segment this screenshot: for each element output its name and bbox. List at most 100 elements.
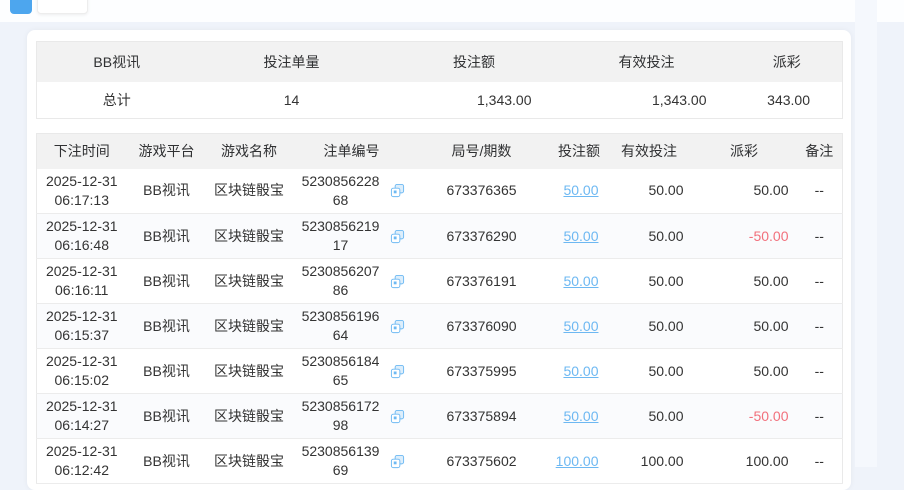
bet-amount-link[interactable]: 50.00 [563,228,598,244]
bet-amount-cell: 50.00 [551,213,607,259]
bet-row: 2025-12-31 06:15:02 BB视讯 区块链骰宝 523085618… [36,348,843,394]
tab-inactive[interactable] [37,0,88,14]
bet-row: 2025-12-31 06:14:27 BB视讯 区块链骰宝 523085617… [36,393,843,439]
payout: 50.00 [691,348,797,394]
remark: -- [796,438,843,484]
remark: -- [796,213,843,259]
bet-row: 2025-12-31 06:12:42 BB视讯 区块链骰宝 523085613… [36,438,843,484]
summary-header-valid: 有效投注 [561,41,732,82]
header-bet-number: 注单编号 [291,133,412,169]
summary-total-bet: 1,343.00 [477,91,532,108]
copy-icon[interactable] [390,183,405,198]
copy-icon[interactable] [390,274,405,289]
bet-platform: BB视讯 [126,213,207,259]
bet-time: 2025-12-31 06:12:42 [36,438,127,484]
bet-amount-cell: 100.00 [551,438,607,484]
bet-amount-link[interactable]: 50.00 [563,182,598,198]
bet-game-name: 区块链骰宝 [206,168,292,214]
bet-amount-cell: 50.00 [551,168,607,214]
header-bet-time: 下注时间 [36,133,127,169]
bet-platform: BB视讯 [126,303,207,349]
tab-bar [0,0,904,22]
payout: 50.00 [691,168,797,214]
bet-number-cell: 523085619664 [291,303,412,349]
bets-header-row: 下注时间 游戏平台 游戏名称 注单编号 局号/期数 投注额 有效投注 派彩 备注 [36,133,843,169]
bet-amount-cell: 50.00 [551,258,607,304]
bet-amount-link[interactable]: 100.00 [556,453,599,469]
bet-game-name: 区块链骰宝 [206,393,292,439]
summary-table: BB视讯 投注单量 投注额 有效投注 派彩 总计 14 1,343.00 1,3… [36,41,843,119]
bet-number-cell: 523085620786 [291,258,412,304]
header-bet-amount: 投注额 [551,133,607,169]
bet-number-cell: 523085622868 [291,168,412,214]
summary-total-row: 总计 14 1,343.00 1,343.00 343.00 [37,82,843,119]
bet-amount-cell: 50.00 [551,348,607,394]
bet-game-name: 区块链骰宝 [206,258,292,304]
bet-platform: BB视讯 [126,168,207,214]
copy-icon[interactable] [390,454,405,469]
bet-row: 2025-12-31 06:15:37 BB视讯 区块链骰宝 523085619… [36,303,843,349]
header-remark: 备注 [796,133,843,169]
bet-game-name: 区块链骰宝 [206,213,292,259]
bet-platform: BB视讯 [126,348,207,394]
bet-amount-link[interactable]: 50.00 [563,318,598,334]
summary-total-valid: 1,343.00 [652,91,707,108]
header-platform: 游戏平台 [126,133,207,169]
bet-row: 2025-12-31 06:16:48 BB视讯 区块链骰宝 523085621… [36,213,843,259]
summary-header-count: 投注单量 [196,41,387,82]
summary-header-payout: 派彩 [731,41,843,82]
remark: -- [796,348,843,394]
summary-header-platform: BB视讯 [36,41,197,82]
payout: -50.00 [691,393,797,439]
bet-amount-cell: 50.00 [551,303,607,349]
remark: -- [796,168,843,214]
summary-total-payout: 343.00 [767,91,810,108]
bet-number-cell: 523085613969 [291,438,412,484]
bet-amount-link[interactable]: 50.00 [563,273,598,289]
valid-bet: 50.00 [606,348,692,394]
payout: 50.00 [691,258,797,304]
bet-time: 2025-12-31 06:15:02 [36,348,127,394]
bet-number-cell: 523085621917 [291,213,412,259]
tab-active[interactable] [10,0,32,14]
bet-time: 2025-12-31 06:16:11 [36,258,127,304]
bet-number-cell: 523085617298 [291,393,412,439]
bet-game-name: 区块链骰宝 [206,348,292,394]
bet-time: 2025-12-31 06:16:48 [36,213,127,259]
remark: -- [796,393,843,439]
valid-bet: 50.00 [606,168,692,214]
round-number: 673376090 [411,303,552,349]
payout: -50.00 [691,213,797,259]
bet-game-name: 区块链骰宝 [206,303,292,349]
round-number: 673376365 [411,168,552,214]
copy-icon[interactable] [390,364,405,379]
round-number: 673375894 [411,393,552,439]
header-round-number: 局号/期数 [411,133,552,169]
summary-total-count: 14 [283,91,300,108]
bet-amount-link[interactable]: 50.00 [563,408,598,424]
round-number: 673375995 [411,348,552,394]
bet-platform: BB视讯 [126,438,207,484]
round-number: 673376290 [411,213,552,259]
bet-time: 2025-12-31 06:17:13 [36,168,127,214]
bet-number: 523085620786 [301,263,380,298]
bet-amount-link[interactable]: 50.00 [563,363,598,379]
copy-icon[interactable] [390,319,405,334]
scrollbar-track[interactable] [855,0,877,467]
copy-icon[interactable] [390,409,405,424]
remark: -- [796,303,843,349]
round-number: 673376191 [411,258,552,304]
valid-bet: 50.00 [606,213,692,259]
valid-bet: 50.00 [606,393,692,439]
bet-number: 523085622868 [301,172,380,208]
header-valid-bet: 有效投注 [606,133,692,169]
bets-table: 下注时间 游戏平台 游戏名称 注单编号 局号/期数 投注额 有效投注 派彩 备注… [36,133,843,484]
copy-icon[interactable] [390,229,405,244]
records-card: BB视讯 投注单量 投注额 有效投注 派彩 总计 14 1,343.00 1,3… [27,30,851,490]
round-number: 673375602 [411,438,552,484]
bet-row: 2025-12-31 06:17:13 BB视讯 区块链骰宝 523085622… [36,168,843,214]
bet-amount-cell: 50.00 [551,393,607,439]
valid-bet: 50.00 [606,303,692,349]
bet-row: 2025-12-31 06:16:11 BB视讯 区块链骰宝 523085620… [36,258,843,304]
bet-platform: BB视讯 [126,258,207,304]
